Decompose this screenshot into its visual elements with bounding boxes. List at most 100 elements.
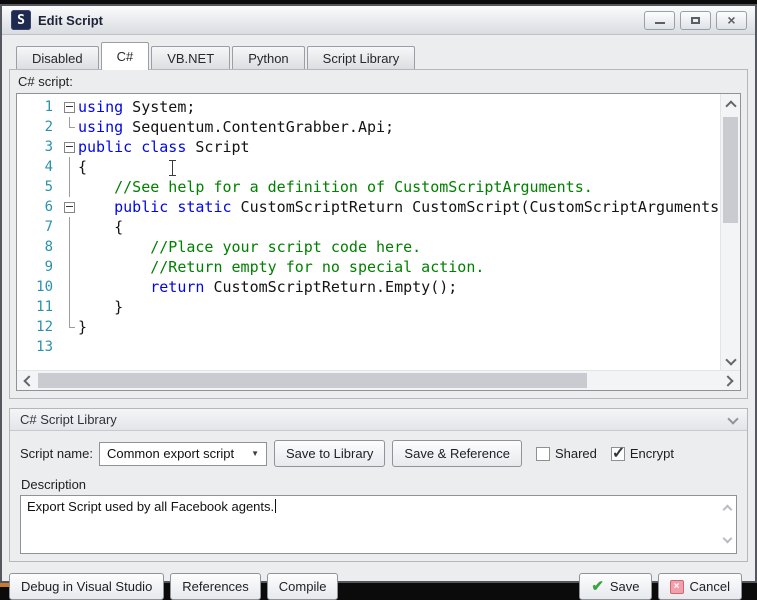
code-text: using System;: [78, 97, 195, 117]
line-number: 5: [17, 177, 62, 197]
horizontal-scrollbar-thumb[interactable]: [38, 373, 587, 388]
code-line-13: 13: [17, 337, 721, 357]
fold-margin: [62, 157, 78, 177]
code-line-4: 4{: [17, 157, 721, 177]
code-editor[interactable]: 1 using System; 2 using Sequentum.ContentGr…: [16, 93, 741, 391]
tab-c-[interactable]: C#: [101, 42, 150, 70]
fold-margin: [62, 217, 78, 237]
script-name-value: Common export script: [107, 446, 234, 461]
scroll-down-button[interactable]: [721, 352, 740, 369]
fold-margin: [62, 337, 78, 357]
scroll-up-button[interactable]: [721, 96, 740, 113]
script-name-label: Script name:: [20, 446, 93, 461]
shared-checkbox[interactable]: [536, 447, 550, 461]
line-number: 13: [17, 337, 62, 357]
save-and-reference-button[interactable]: Save & Reference: [392, 440, 522, 467]
script-library-header-label: C# Script Library: [20, 412, 117, 427]
code-text: return CustomScriptReturn.Empty();: [78, 277, 457, 297]
text-cursor: [168, 160, 177, 176]
line-number: 8: [17, 237, 62, 257]
script-library-panel: C# Script Library Script name: Common ex…: [9, 408, 748, 562]
script-groupbox: C# script: 1 using System; 2 using Sequentu…: [9, 69, 748, 399]
fold-margin: [62, 297, 78, 317]
code-text: using Sequentum.ContentGrabber.Api;: [78, 117, 394, 137]
line-number: 12: [17, 317, 62, 337]
line-number: 1: [17, 97, 62, 117]
encrypt-checkbox[interactable]: [611, 447, 625, 461]
code-text: public class Script: [78, 137, 250, 157]
tab-bar: DisabledC#VB.NETPythonScript Library: [16, 42, 755, 69]
line-number: 11: [17, 297, 62, 317]
code-text: {: [78, 157, 87, 177]
desc-scroll-down-icon: [723, 534, 733, 544]
tab-disabled[interactable]: Disabled: [16, 46, 99, 69]
code-line-1: 1 using System;: [17, 97, 721, 117]
line-number: 2: [17, 117, 62, 137]
line-number: 10: [17, 277, 62, 297]
code-line-8: 8 //Place your script code here.: [17, 237, 721, 257]
window-title: Edit Script: [38, 13, 103, 28]
code-text: }: [78, 297, 123, 317]
maximize-button[interactable]: [680, 11, 711, 30]
fold-margin: [62, 317, 78, 337]
close-button[interactable]: ×: [716, 11, 747, 30]
code-line-10: 10 return CustomScriptReturn.Empty();: [17, 277, 721, 297]
vertical-scrollbar[interactable]: [720, 94, 740, 371]
code-line-11: 11 }: [17, 297, 721, 317]
minimize-button[interactable]: [644, 11, 675, 30]
footer-bar: Debug in Visual Studio References Compil…: [2, 562, 755, 600]
minimize-icon: [655, 22, 665, 24]
code-text: //See help for a definition of CustomScr…: [78, 177, 593, 197]
script-name-dropdown[interactable]: Common export script ▼: [99, 442, 267, 466]
chevron-up-icon: [725, 100, 736, 111]
code-text: //Place your script code here.: [78, 237, 421, 257]
script-library-header[interactable]: C# Script Library: [10, 409, 747, 431]
app-icon: S: [11, 10, 31, 30]
edit-script-dialog: S Edit Script × DisabledC#VB.NETPythonSc…: [0, 4, 757, 583]
code-lines: 1 using System; 2 using Sequentum.ContentGr…: [17, 94, 721, 371]
description-value: Export Script used by all Facebook agent…: [27, 499, 274, 514]
fold-margin: [62, 177, 78, 197]
tab-python[interactable]: Python: [232, 46, 304, 69]
dropdown-arrow-icon: ▼: [251, 449, 259, 458]
collapse-chevron-icon: [727, 413, 738, 424]
fold-margin: [62, 277, 78, 297]
encrypt-label: Encrypt: [630, 446, 674, 461]
fold-margin: [62, 117, 78, 137]
code-text: {: [78, 217, 123, 237]
code-line-5: 5 //See help for a definition of CustomS…: [17, 177, 721, 197]
shared-label: Shared: [555, 446, 597, 461]
line-number: 9: [17, 257, 62, 277]
line-number: 6: [17, 197, 62, 217]
description-field[interactable]: Export Script used by all Facebook agent…: [20, 495, 737, 554]
maximize-icon: [691, 17, 700, 24]
fold-margin: [62, 257, 78, 277]
desc-scroll-up-icon: [723, 505, 733, 515]
line-number: 7: [17, 217, 62, 237]
horizontal-scrollbar[interactable]: [17, 370, 740, 390]
code-line-12: 12}: [17, 317, 721, 337]
scroll-right-button[interactable]: [721, 371, 738, 390]
save-to-library-button[interactable]: Save to Library: [274, 440, 385, 467]
tab-vb-net[interactable]: VB.NET: [151, 46, 230, 69]
code-line-7: 7 {: [17, 217, 721, 237]
chevron-down-icon: [725, 354, 736, 365]
code-line-6: 6 public static CustomScriptReturn Custo…: [17, 197, 721, 217]
script-group-label: C# script:: [16, 72, 741, 93]
fold-toggle-icon[interactable]: [62, 197, 78, 217]
fold-toggle-icon[interactable]: [62, 97, 78, 117]
line-number: 3: [17, 137, 62, 157]
text-caret: [275, 499, 276, 513]
fold-margin: [62, 237, 78, 257]
code-text: public static CustomScriptReturn CustomS…: [78, 197, 719, 217]
fold-toggle-icon[interactable]: [62, 137, 78, 157]
code-line-9: 9 //Return empty for no special action.: [17, 257, 721, 277]
scroll-left-button[interactable]: [19, 371, 36, 390]
chevron-left-icon: [23, 375, 34, 386]
tab-script-library[interactable]: Script Library: [307, 46, 416, 69]
code-text: //Return empty for no special action.: [78, 257, 484, 277]
code-text: }: [78, 317, 87, 337]
description-label: Description: [21, 477, 737, 492]
code-line-3: 3 public class Script: [17, 137, 721, 157]
vertical-scrollbar-thumb[interactable]: [723, 117, 738, 223]
